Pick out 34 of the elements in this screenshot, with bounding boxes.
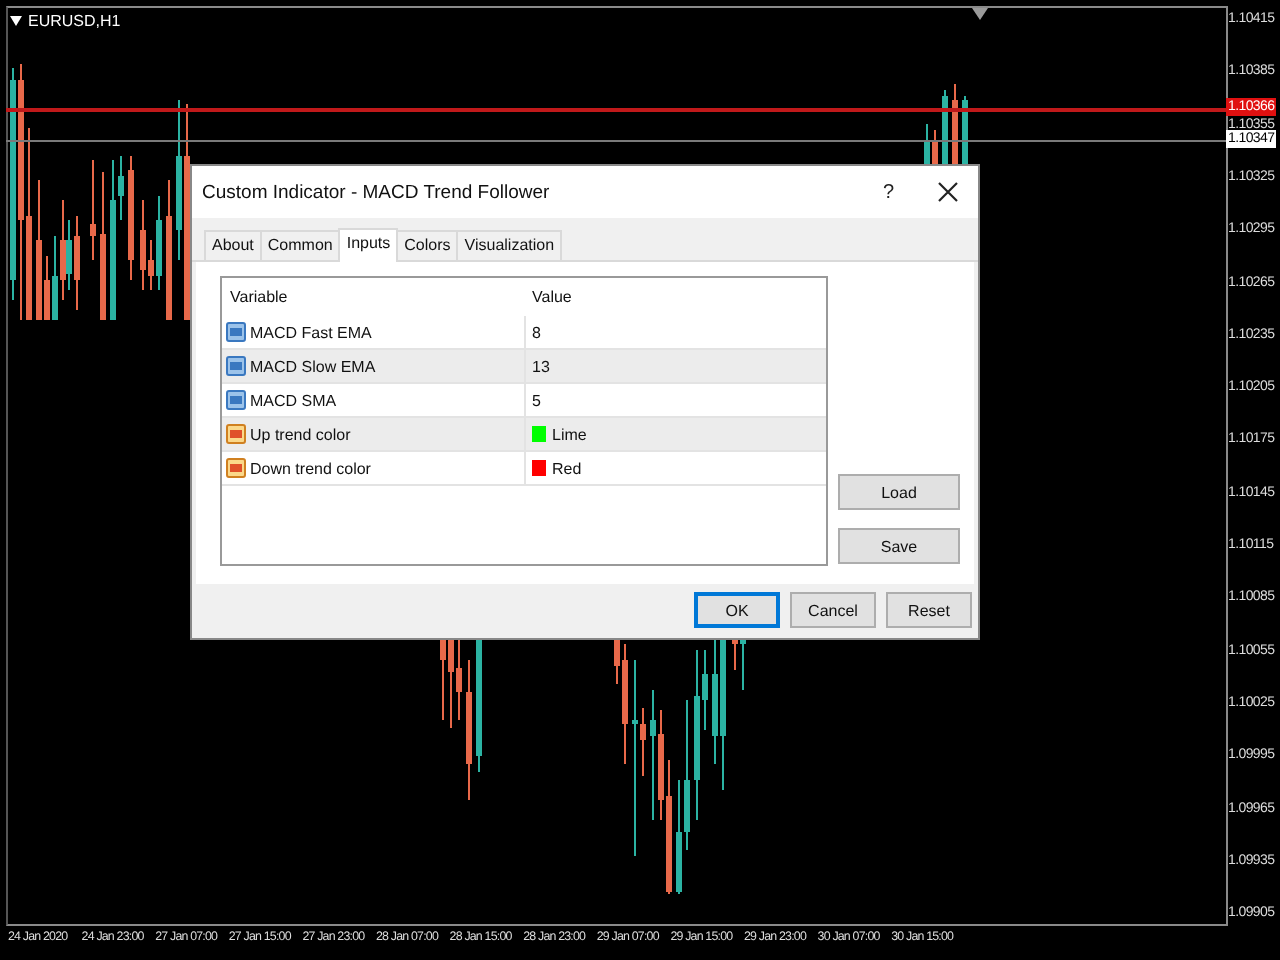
dialog-button[interactable]: OK [694,592,780,628]
tab[interactable]: Inputs [338,228,399,262]
table-row[interactable]: Up trend color Lime [222,418,826,452]
variable-value[interactable]: 8 [532,323,541,341]
dialog-button[interactable]: Reset [886,592,972,628]
tab[interactable]: About [204,230,262,260]
column-header: Value [530,288,572,306]
side-button[interactable]: Save [838,528,960,564]
variable-name: MACD Fast EMA [250,323,372,341]
candle [128,155,134,281]
tab[interactable]: Visualization [456,230,563,260]
dialog-button[interactable]: Cancel [790,592,876,628]
variable-name: Up trend color [250,425,351,443]
dropdown-icon[interactable] [10,16,22,26]
variable-name: Down trend color [250,459,371,477]
variable-value[interactable]: 5 [532,391,541,409]
column-header: Variable [228,286,290,310]
shift-marker-icon [972,8,988,20]
candle [476,639,482,773]
window-title: Custom Indicator - MACD Trend Follower [202,181,552,203]
candle [466,659,472,801]
symbol-label: EURUSD,H1 [28,12,121,30]
variable-value[interactable]: 13 [532,357,550,375]
candle [166,179,172,321]
close-icon[interactable] [938,182,958,202]
variable-name: MACD Slow EMA [250,357,376,375]
variable-name: MACD SMA [250,391,337,409]
variable-value[interactable]: Lime [552,425,587,443]
table-row[interactable]: MACD Slow EMA 13 [222,350,826,384]
help-button[interactable]: ? [882,181,894,203]
candle [90,159,96,261]
table-row[interactable]: Down trend color Red [222,452,826,486]
variable-value[interactable]: Red [552,459,582,477]
side-button[interactable]: Load [838,474,960,510]
